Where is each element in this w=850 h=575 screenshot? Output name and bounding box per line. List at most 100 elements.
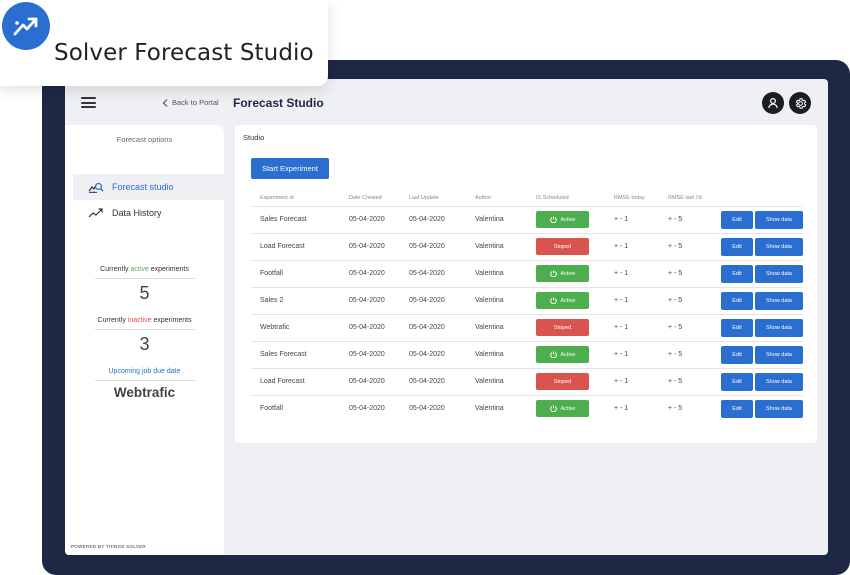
rmse-today-cell: + - 1 (605, 314, 659, 342)
sidebar-item-forecast-studio[interactable]: Forecast studio (73, 174, 224, 200)
label-text: experiments (151, 317, 192, 324)
show-data-button[interactable]: Show data (755, 318, 803, 337)
date-created-cell: 05-04-2020 (340, 314, 400, 342)
actions-cell: Edit Show data (715, 314, 803, 342)
sidebar-item-label: Data History (112, 208, 162, 218)
rmse-7d-cell: + - 5 (668, 405, 683, 413)
edit-button[interactable]: Edit (721, 318, 753, 337)
rmse-today-cell: + - 1 (614, 405, 629, 413)
status-badge[interactable]: Stoped (536, 373, 589, 390)
status-badge[interactable]: Active (536, 265, 589, 282)
table-row: Sales Forecast 05-04-2020 05-04-2020 Valent… (251, 206, 803, 234)
column-header: Date Created (340, 191, 400, 207)
rmse-7d-cell: + - 5 (659, 314, 715, 342)
rmse-7d-cell: + - 5 (659, 260, 715, 288)
edit-button[interactable]: Edit (721, 345, 753, 364)
edit-button[interactable]: Edit (721, 399, 753, 418)
show-data-button[interactable]: Show data (755, 210, 803, 229)
show-data-button[interactable]: Show data (755, 345, 803, 364)
table-row: Webtrafic 05-04-2020 05-04-2020 Valentina St… (251, 314, 803, 342)
column-header: Author (466, 191, 527, 207)
hamburger-icon[interactable] (81, 97, 96, 108)
scheduled-cell: Active (527, 260, 605, 288)
status-label: Active (560, 351, 576, 358)
rmse-today-cell: + - 1 (605, 206, 659, 234)
label-text: experiments (148, 266, 189, 273)
inactive-experiments-label: Currently inactive experiments (65, 317, 224, 324)
table-row: Footfall 05-04-2020 05-04-2020 Valentina Act… (251, 260, 803, 288)
status-badge[interactable]: Stoped (536, 238, 589, 255)
upcoming-job-value: Webtrafic (113, 385, 176, 400)
divider (95, 329, 195, 330)
experiment-id-cell: Footfall (260, 405, 283, 413)
scheduled-cell: Stoped (527, 314, 605, 342)
actions-cell: Edit Show data (715, 206, 803, 234)
last-update-cell: 05-04-2020 (400, 287, 466, 315)
last-update-cell: 05-04-2020 (400, 260, 466, 288)
power-icon (549, 297, 557, 304)
author-cell: Valentina (466, 368, 527, 396)
rmse-today-cell: + - 1 (605, 287, 659, 315)
scheduled-cell: Active (527, 206, 605, 234)
experiment-id-cell: Sales 2 (251, 287, 340, 315)
last-update-cell: 05-04-2020 (400, 341, 466, 369)
show-data-button[interactable]: Show data (755, 372, 803, 391)
start-experiment-button[interactable]: Start Experiment (251, 158, 329, 179)
status-badge[interactable]: Active (536, 292, 589, 309)
rmse-today-cell: + - 1 (605, 368, 659, 396)
status-badge[interactable]: Active (536, 346, 589, 363)
status-badge[interactable]: Active (536, 400, 589, 418)
date-created-cell: 05-04-2020 (340, 341, 400, 369)
column-header: Experiment id (251, 191, 340, 207)
rmse-today-cell: + - 1 (605, 341, 659, 369)
show-data-button[interactable]: Show data (755, 264, 803, 283)
date-created-cell: 05-04-2020 (340, 233, 400, 261)
author-cell: Valentina (466, 341, 527, 369)
gear-icon (795, 97, 806, 109)
author-cell: Valentina (466, 287, 527, 315)
sidebar: Forecast options Forecast studio Data Hi… (65, 125, 224, 555)
powered-by-footer: POWERED BY THINGS SOLVER (71, 544, 146, 549)
settings-button[interactable] (789, 92, 811, 114)
back-to-portal-link[interactable]: Back to Portal (162, 98, 219, 107)
rmse-7d-cell: + - 5 (659, 287, 715, 315)
back-link-label: Back to Portal (172, 98, 219, 107)
show-data-button[interactable]: Show data (755, 237, 803, 256)
edit-button[interactable]: Edit (721, 237, 753, 256)
author-cell: Valentina (466, 260, 527, 288)
table-row: Footfall 05-04-2020 05-04-2020 Valentina Act… (251, 395, 803, 422)
label-text: Currently (97, 317, 128, 324)
author-cell: Valentina (475, 405, 504, 413)
last-update-cell: 05-04-2020 (400, 314, 466, 342)
status-badge[interactable]: Active (536, 211, 589, 228)
edit-button[interactable]: Edit (721, 372, 753, 391)
power-icon (549, 351, 557, 358)
rmse-7d-cell: + - 5 (659, 233, 715, 261)
actions-cell: Edit Show data (715, 233, 803, 261)
power-icon (549, 270, 557, 277)
experiment-id-cell: Webtrafic (251, 314, 340, 342)
actions-cell: Edit Show data (715, 260, 803, 288)
upcoming-job-label: Upcoming job due date (108, 368, 181, 375)
show-data-button[interactable]: Show data (755, 399, 803, 418)
scheduled-cell: Active (527, 287, 605, 315)
status-label: Active (560, 297, 576, 304)
scheduled-cell: Stoped (527, 368, 605, 396)
experiments-table: Experiment id Date Created Last Update A… (251, 191, 803, 422)
status-badge[interactable]: Stoped (536, 319, 589, 336)
edit-button[interactable]: Edit (721, 264, 753, 283)
user-button[interactable] (762, 92, 784, 114)
sidebar-item-data-history[interactable]: Data History (73, 200, 224, 226)
studio-card: Studio Start Experiment Experiment id Da… (235, 125, 817, 443)
actions-cell: Edit Show data (715, 341, 803, 369)
table-row: Sales Forecast 05-04-2020 05-04-2020 Valent… (251, 341, 803, 369)
status-label: Stoped (553, 378, 572, 385)
power-icon (549, 405, 557, 413)
active-experiments-label: Currently active experiments (65, 266, 224, 273)
edit-button[interactable]: Edit (721, 210, 753, 229)
experiment-id-cell: Sales Forecast (251, 341, 340, 369)
user-icon (768, 97, 778, 109)
edit-button[interactable]: Edit (721, 291, 753, 310)
table-header-row: Experiment id Date Created Last Update A… (251, 191, 803, 207)
show-data-button[interactable]: Show data (755, 291, 803, 310)
